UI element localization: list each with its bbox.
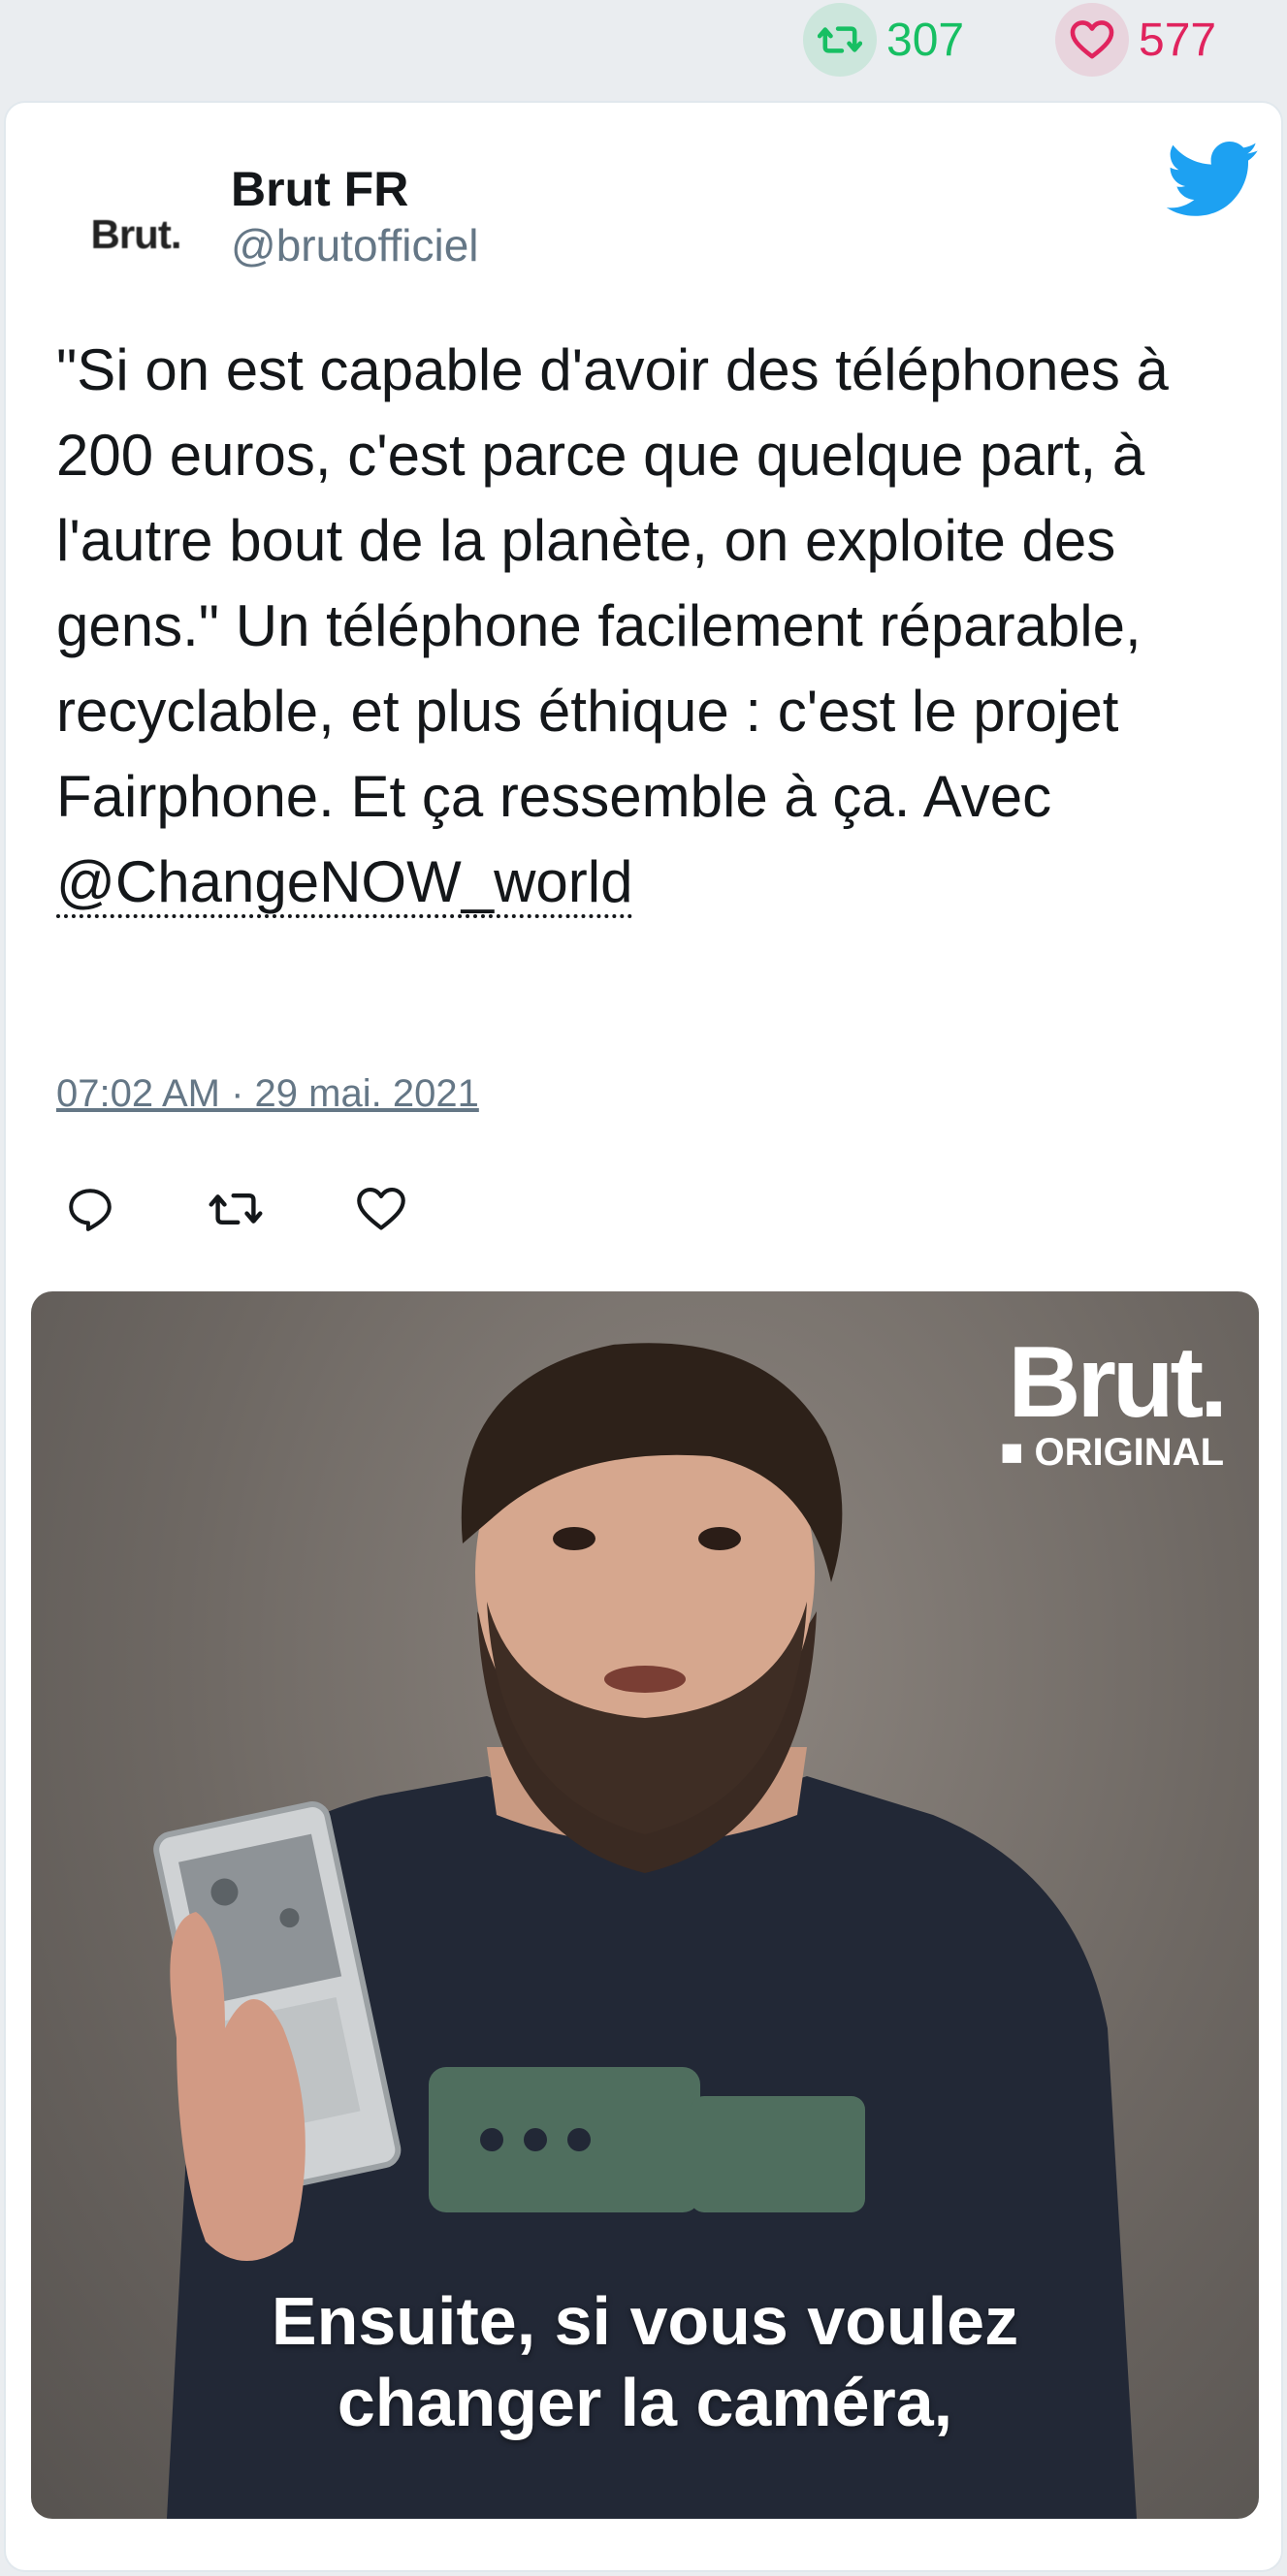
retweet-count[interactable]: 307: [803, 3, 965, 77]
retweet-icon: [803, 3, 877, 77]
author-name[interactable]: Brut FR: [231, 161, 408, 217]
tweet-media-video[interactable]: Brut. ■ ORIGINAL Ensuite, si vous voulez…: [31, 1291, 1259, 2519]
retweet-button[interactable]: [202, 1175, 270, 1243]
brut-logo-sub-text: ORIGINAL: [1034, 1431, 1224, 1474]
video-subtitle: Ensuite, si vous voulez changer la camér…: [31, 2280, 1259, 2443]
retweet-icon: [209, 1193, 263, 1224]
subtitle-line-2: changer la caméra,: [337, 2365, 953, 2440]
like-count[interactable]: 577: [1055, 3, 1217, 77]
engagement-stats: 307 577: [0, 0, 1287, 97]
brut-original-logo: Brut. ■ ORIGINAL: [1000, 1326, 1228, 1474]
avatar[interactable]: Brut.: [74, 173, 198, 297]
tweet-timestamp[interactable]: 07:02 AM · 29 mai. 2021: [56, 1072, 479, 1116]
like-button[interactable]: [347, 1175, 415, 1243]
heart-icon: [357, 1188, 405, 1230]
retweet-count-value: 307: [886, 14, 965, 66]
heart-icon: [1055, 3, 1129, 77]
tweet-body: "Si on est capable d'avoir des téléphone…: [56, 337, 1169, 829]
tweet-card: Brut. Brut FR @brutofficiel "Si on est c…: [4, 101, 1283, 2572]
reply-button[interactable]: [56, 1175, 124, 1243]
like-count-value: 577: [1139, 14, 1217, 66]
reply-icon: [69, 1189, 112, 1231]
subtitle-line-1: Ensuite, si vous voulez: [271, 2283, 1019, 2359]
brut-logo-main: Brut.: [1008, 1326, 1228, 1439]
author-handle[interactable]: @brutofficiel: [231, 219, 479, 271]
twitter-bird-icon[interactable]: [1167, 142, 1260, 219]
avatar-logo-text: Brut.: [90, 211, 182, 257]
mention-link[interactable]: @ChangeNOW_world: [56, 849, 633, 918]
tweet-text: "Si on est capable d'avoir des téléphone…: [56, 328, 1259, 925]
brut-logo-sub: ■ ORIGINAL: [1000, 1431, 1224, 1474]
